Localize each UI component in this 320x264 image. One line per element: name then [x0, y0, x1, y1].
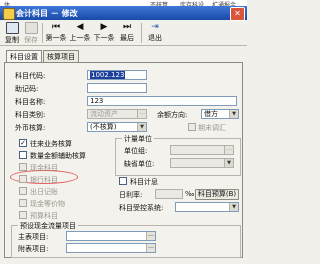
next-record-button[interactable]: ▶ 下一条: [92, 22, 116, 44]
attached-item-field[interactable]: …: [66, 243, 156, 253]
close-button[interactable]: ✕: [230, 7, 245, 21]
checkbox[interactable]: [19, 211, 27, 219]
checkbox[interactable]: [19, 199, 27, 207]
last-record-icon: ⏭: [122, 22, 132, 32]
preset-cashflow-title: 预设现金流量项目: [18, 221, 78, 231]
checkbox[interactable]: [19, 163, 27, 171]
last-record-label: 最后: [120, 34, 134, 42]
period-end-adjust-label: 期末调汇: [198, 124, 226, 132]
checkbox[interactable]: [19, 151, 27, 159]
next-record-icon: ▶: [100, 22, 108, 32]
budget-account-label: 预算科目: [30, 212, 58, 220]
mnemonic-input[interactable]: [87, 83, 147, 93]
next-record-label: 下一条: [93, 34, 115, 42]
measure-unit-group: 计量单位 单位组: … 缺省单位: ▼: [115, 134, 241, 176]
dialog-title: 会计科目 － 修改: [16, 9, 78, 18]
save-button[interactable]: 保存: [22, 22, 40, 44]
daily-rate-input[interactable]: [155, 189, 183, 199]
chevron-down-icon: ▼: [224, 159, 233, 167]
preset-cashflow-group: 预设现金流量项目 主表项目: … 附表项目: …: [11, 221, 241, 258]
dialog-titlebar: 会计科目 － 修改 ✕: [0, 6, 247, 21]
account-name-input[interactable]: 123: [87, 96, 237, 106]
checkbox[interactable]: [19, 175, 27, 183]
prev-record-icon: ◀: [76, 22, 84, 32]
browse-icon[interactable]: …: [146, 244, 155, 252]
interest-checkbox[interactable]: [119, 177, 127, 185]
last-record-button[interactable]: ⏭ 最后: [116, 22, 138, 44]
account-category-value: 流动资产: [90, 110, 118, 118]
bank-account-label: 银行科目: [30, 176, 58, 184]
quantity-amount-label: 数量金额辅助核算: [30, 152, 86, 160]
chevron-down-icon: ▼: [229, 110, 238, 118]
prev-record-button[interactable]: ◀ 上一条: [68, 22, 92, 44]
measure-unit-title: 计量单位: [122, 134, 154, 144]
daily-rate-unit: ‰: [185, 190, 195, 198]
unit-group-field[interactable]: …: [170, 145, 234, 155]
balance-direction-select[interactable]: 借方 ▼: [201, 109, 239, 119]
account-code-label: 科目代码:: [15, 72, 46, 80]
daily-journal-label: 出日记账: [30, 188, 58, 196]
chevron-down-icon: ▼: [229, 203, 238, 211]
checkbox[interactable]: ✓: [19, 139, 27, 147]
cash-equivalent-label: 现金等价物: [30, 200, 65, 208]
cash-account-label: 现金科目: [30, 164, 58, 172]
account-code-input[interactable]: 1002.123: [87, 70, 147, 80]
mnemonic-label: 助记码:: [15, 85, 39, 93]
exit-label: 退出: [148, 34, 162, 42]
settings-panel: 科目代码: 1002.123 助记码: 科目名称: 123 科目类别: 流动资产…: [4, 62, 243, 258]
account-budget-button[interactable]: 科目预算(B): [195, 189, 239, 200]
account-name-label: 科目名称:: [15, 98, 46, 106]
toolbar-divider: [42, 23, 43, 43]
balance-direction-label: 余额方向:: [157, 111, 188, 119]
currency-accounting-select[interactable]: (不核算) ▼: [87, 122, 147, 132]
main-item-label: 主表项目:: [18, 233, 49, 241]
exit-button[interactable]: ⇥ 退出: [145, 22, 165, 44]
interest-label: 科目计息: [130, 178, 158, 186]
currency-accounting-value: (不核算): [90, 123, 117, 131]
controlled-system-select[interactable]: ▼: [175, 202, 239, 212]
browse-icon[interactable]: …: [137, 110, 146, 118]
browse-icon[interactable]: …: [224, 146, 233, 154]
toolbar: 复制 保存 ⏮ 第一条 ◀ 上一条 ▶ 下一条 ⏭ 最后 ⇥ 退出: [0, 20, 247, 46]
default-unit-label: 缺省单位:: [124, 160, 155, 168]
currency-accounting-label: 外币核算:: [15, 124, 46, 132]
account-code-value: 1002.123: [90, 71, 126, 79]
default-unit-select[interactable]: ▼: [170, 158, 234, 168]
toolbar-divider: [141, 23, 142, 43]
receivable-payable-label: 往来业务核算: [30, 140, 72, 148]
exit-icon: ⇥: [151, 22, 159, 32]
first-record-icon: ⏮: [51, 22, 61, 32]
copy-icon: [5, 22, 19, 34]
daily-rate-label: 日利率:: [119, 191, 143, 199]
save-icon: [24, 22, 38, 34]
unit-group-label: 单位组:: [124, 147, 148, 155]
chevron-down-icon: ▼: [137, 123, 146, 131]
save-label: 保存: [24, 36, 38, 44]
copy-button[interactable]: 复制: [3, 22, 21, 44]
copy-label: 复制: [5, 36, 19, 44]
checkbox[interactable]: [19, 187, 27, 195]
main-item-field[interactable]: …: [66, 231, 156, 241]
first-record-button[interactable]: ⏮ 第一条: [44, 22, 68, 44]
period-end-adjust-checkbox[interactable]: [188, 123, 196, 131]
account-category-label: 科目类别:: [15, 111, 46, 119]
browse-icon[interactable]: …: [146, 232, 155, 240]
controlled-system-label: 科目受控系统:: [119, 204, 164, 212]
prev-record-label: 上一条: [69, 34, 91, 42]
first-record-label: 第一条: [45, 34, 67, 42]
balance-direction-value: 借方: [204, 110, 218, 118]
account-category-field[interactable]: 流动资产 …: [87, 109, 147, 119]
app-icon: [3, 8, 15, 20]
attached-item-label: 附表项目:: [18, 245, 49, 253]
